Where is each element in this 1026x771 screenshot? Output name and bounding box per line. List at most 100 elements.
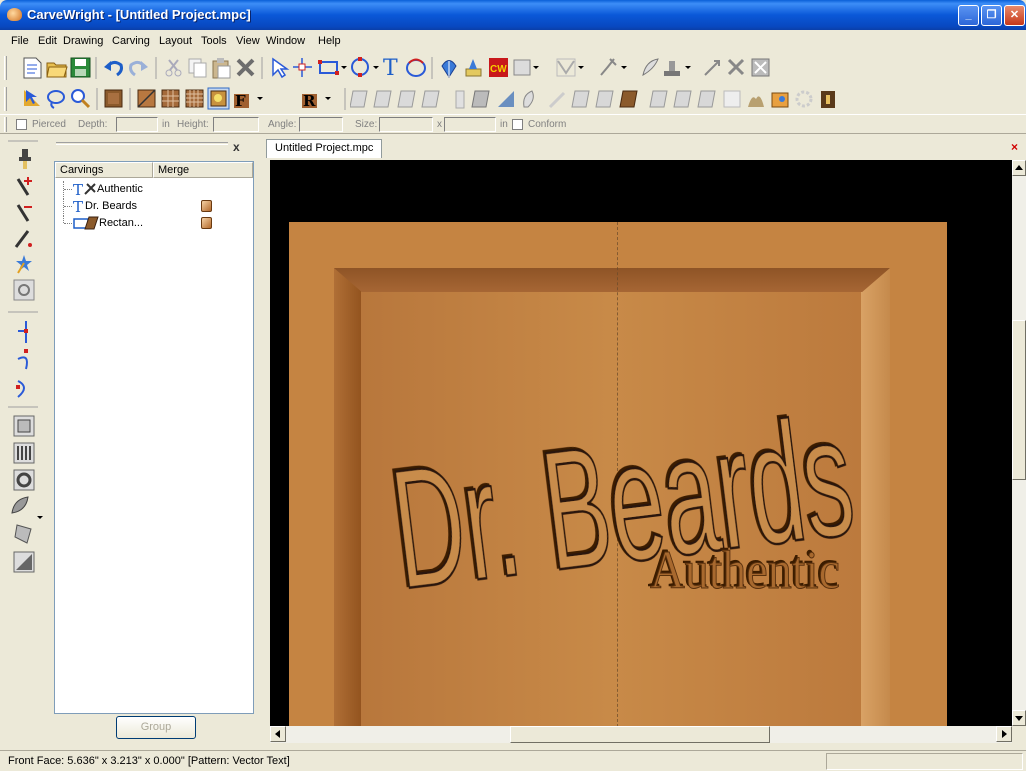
carving-sub-text[interactable]: Authentic [650,540,841,601]
preview-3d-icon[interactable] [751,58,770,77]
group-button[interactable]: Group [116,716,196,739]
save-icon[interactable] [70,57,91,78]
image-import-icon[interactable] [771,92,789,108]
rectangle-tool-icon[interactable] [318,60,339,75]
ellipse-dropdown[interactable] [372,57,380,77]
region-fill-3-icon[interactable] [697,90,716,108]
emboss-tool-icon[interactable] [14,524,32,544]
carve-region-icon[interactable] [350,90,368,108]
tree-item-rectangle[interactable]: Rectan... [63,215,248,231]
title-bar[interactable]: CarveWright - [Untitled Project.mpc] _ ❐… [0,0,1026,30]
diagonal-board-icon[interactable] [137,89,156,108]
measure-icon[interactable] [704,60,720,76]
select-board-icon[interactable] [24,90,40,106]
pierced-checkbox[interactable] [16,119,27,130]
region-carve-icon[interactable] [571,90,590,108]
region-carve-2-icon[interactable] [595,90,614,108]
face-dropdown[interactable] [256,88,264,108]
size-width-input[interactable] [379,117,433,132]
text-tool-icon[interactable]: T [383,56,398,81]
menu-drawing[interactable]: Drawing [63,35,103,47]
delete-icon[interactable] [236,58,255,77]
propbar-grip[interactable] [4,117,7,132]
bit-select-icon[interactable] [19,149,31,169]
region-fill-2-icon[interactable] [673,90,692,108]
column-header-carvings[interactable]: Carvings [55,162,153,178]
texture-icon[interactable] [471,90,490,108]
feather-icon[interactable] [642,58,659,76]
stamp-dropdown[interactable] [684,57,692,77]
arc-node-icon[interactable] [16,380,25,398]
leaf-tool-dropdown[interactable] [36,507,44,527]
bit-icon[interactable] [523,90,534,108]
close-button[interactable]: ✕ [1004,5,1025,26]
pattern-icon[interactable] [441,60,457,78]
tree-item-dr-beards[interactable]: T Dr. Beards [63,198,248,214]
grid-fine-icon[interactable] [185,89,204,108]
vbit-dropdown[interactable] [577,57,585,77]
angle-input[interactable] [299,117,343,132]
horizontal-scrollbar[interactable] [270,726,1012,743]
height-input[interactable] [213,117,259,132]
menu-help[interactable]: Help [318,35,341,47]
menu-carving[interactable]: Carving [112,35,150,47]
slope-tool-icon[interactable] [13,551,35,573]
lasso-icon[interactable] [47,90,65,109]
open-folder-icon[interactable] [46,62,68,78]
menu-edit[interactable]: Edit [38,35,57,47]
scroll-left-button[interactable] [270,726,286,742]
document-close-button[interactable]: × [1011,140,1018,154]
brown-block-icon[interactable] [619,90,638,108]
zoom-icon[interactable] [71,89,91,109]
relief-icon[interactable] [748,96,764,107]
stamp-icon[interactable] [664,61,680,76]
center-icon[interactable] [13,279,35,301]
scroll-down-button[interactable] [1012,710,1026,726]
columns-tool-icon[interactable] [13,442,35,464]
undo-icon[interactable] [104,60,123,77]
bevel-tool-icon[interactable] [13,415,35,437]
keyhole-icon[interactable] [821,91,835,108]
carve-side-icon[interactable] [455,90,465,109]
board-view-icon[interactable] [104,89,123,108]
vertical-scrollbar[interactable] [1012,160,1026,726]
project-bits-icon[interactable] [465,59,482,77]
menu-view[interactable]: View [236,35,260,47]
tree-item-authentic[interactable]: T Authentic [63,181,248,197]
conform-checkbox[interactable] [512,119,523,130]
tools-cross-icon[interactable] [727,58,745,76]
paste-icon[interactable] [212,58,231,79]
rear-face-icon[interactable]: R [302,92,317,110]
menu-window[interactable]: Window [266,35,305,47]
panel-close-button[interactable]: x [233,140,240,154]
add-point-icon[interactable] [16,177,32,196]
node-edit-icon[interactable] [293,58,312,77]
carve-region-2-icon[interactable] [373,90,392,108]
gear-icon[interactable] [795,90,813,108]
draw-carve-icon[interactable] [548,91,566,109]
freehand-dropdown[interactable] [620,57,628,77]
leaf-tool-icon[interactable] [11,496,29,514]
vertical-scroll-thumb[interactable] [1012,320,1026,480]
carvings-tree[interactable]: Carvings Merge T Authentic T Dr. Beards [54,161,254,714]
minimize-button[interactable]: _ [958,5,979,26]
front-face-icon[interactable]: F [234,92,249,110]
depth-input[interactable] [116,117,158,132]
smooth-point-icon[interactable] [14,230,32,248]
carve-region-3-icon[interactable] [397,90,416,108]
remove-point-icon[interactable] [16,204,32,222]
ring-tool-icon[interactable] [13,469,35,491]
menu-tools[interactable]: Tools [201,35,227,47]
toggle-view-icon[interactable] [207,87,230,110]
line-node-icon[interactable] [18,321,28,343]
copy-icon[interactable] [188,58,207,78]
fade-icon[interactable] [723,90,741,108]
freehand-icon[interactable] [600,58,617,76]
cw-logo-icon[interactable]: CW [489,58,508,77]
redo-icon[interactable] [129,60,149,77]
rectangle-dropdown[interactable] [340,57,348,77]
star-point-icon[interactable] [16,255,32,274]
scroll-up-button[interactable] [1012,160,1026,176]
size-height-input[interactable] [444,117,496,132]
grid-icon[interactable] [161,89,180,108]
